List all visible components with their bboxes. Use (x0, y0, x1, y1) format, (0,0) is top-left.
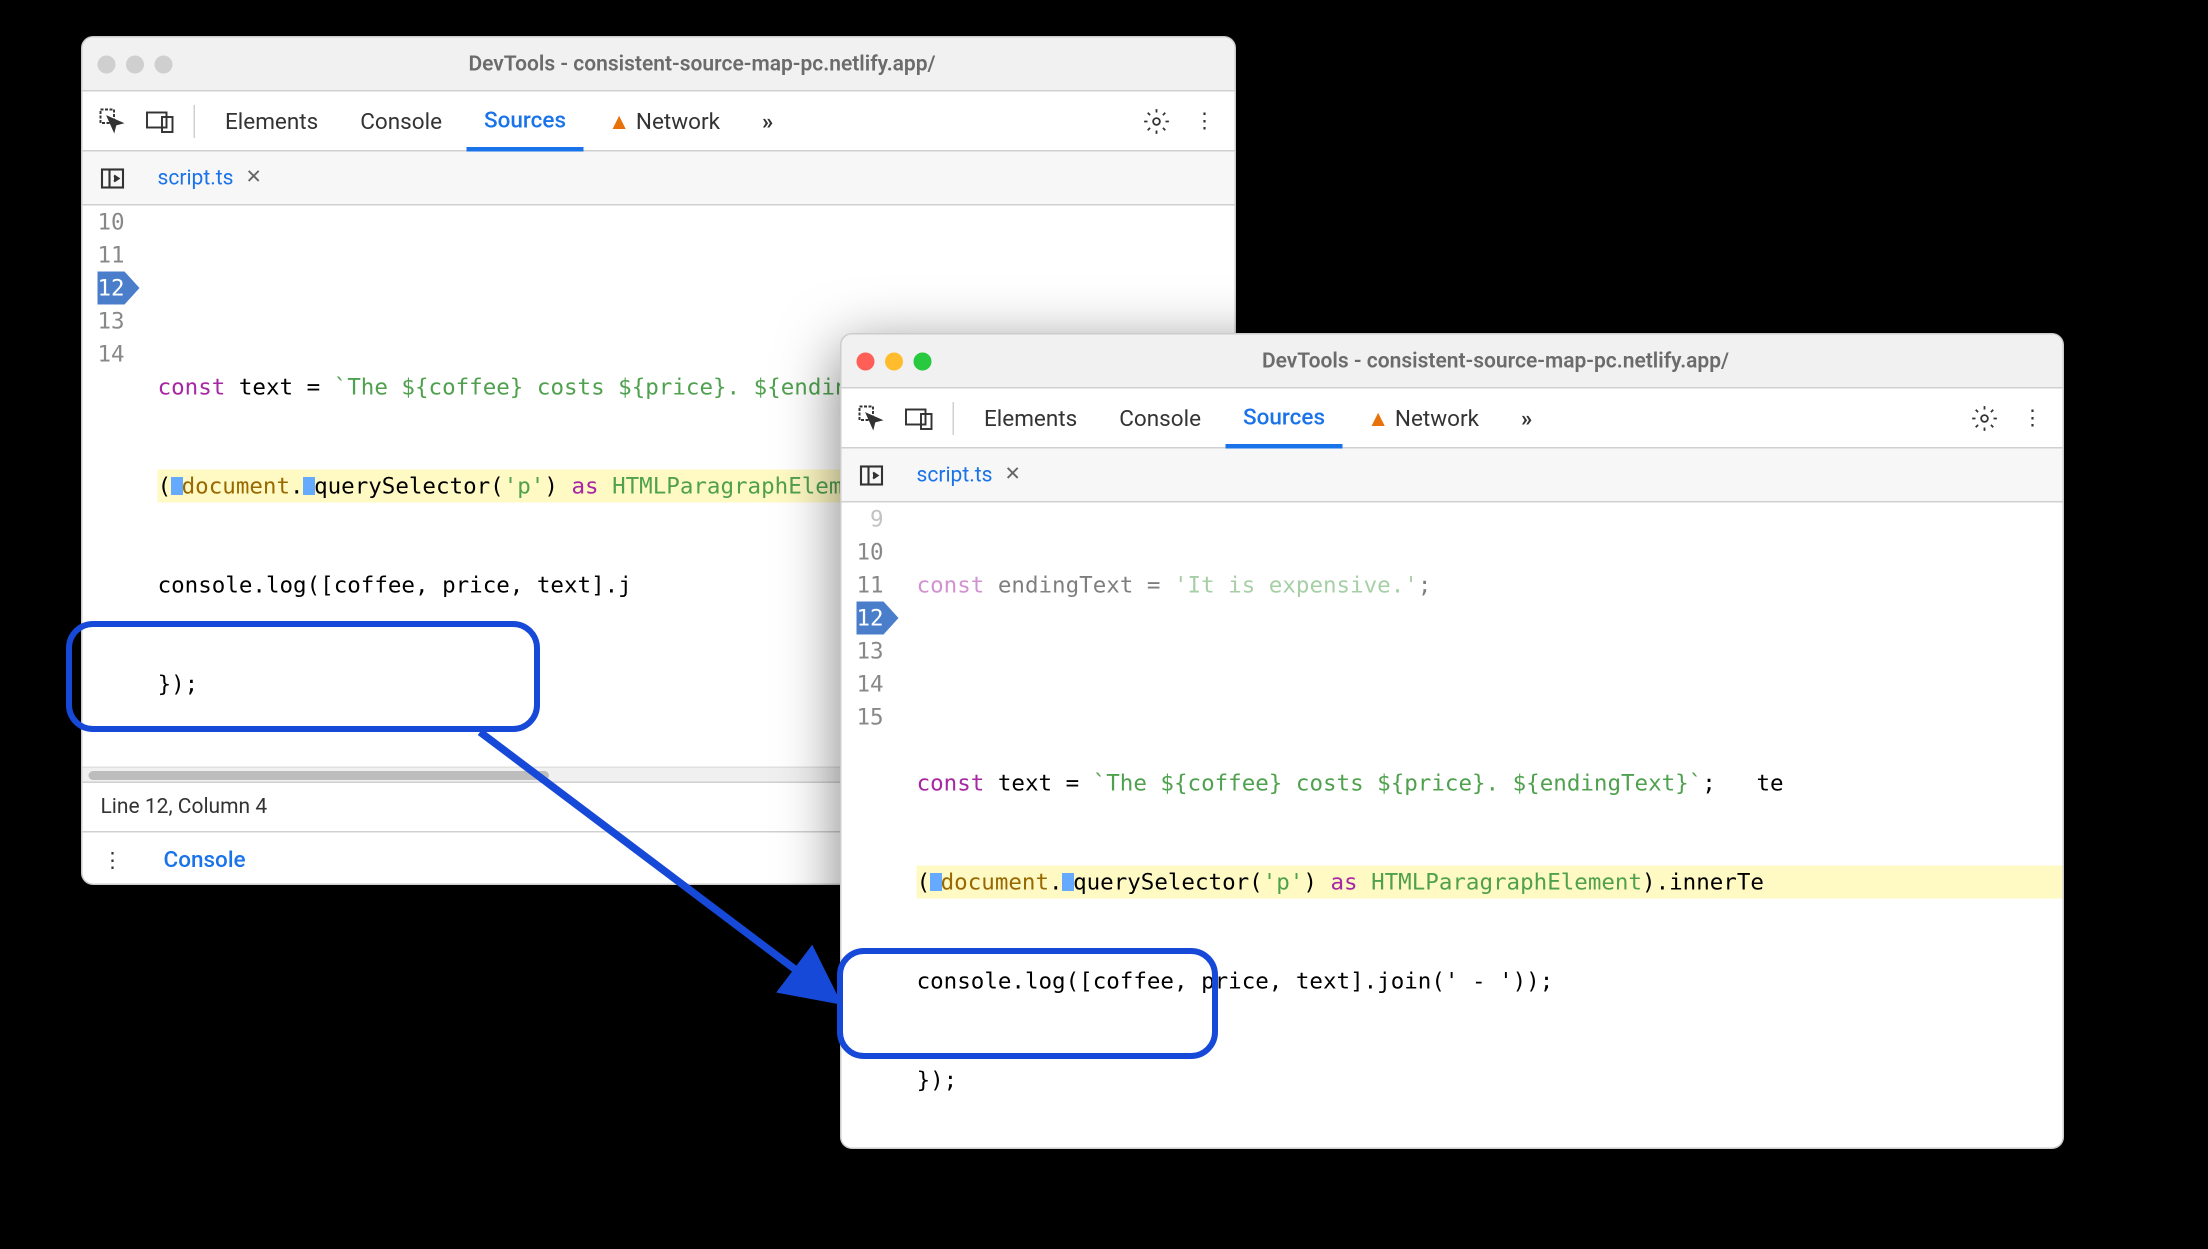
file-name: script.ts (917, 463, 993, 487)
titlebar[interactable]: DevTools - consistent-source-map-pc.netl… (83, 38, 1235, 92)
tab-sources[interactable]: Sources (466, 92, 584, 152)
line-gutter: 9 10 11 12 13 14 15 (842, 503, 896, 1150)
minimize-window-icon[interactable] (126, 55, 144, 73)
file-tabbar: script.ts ✕ (842, 449, 2063, 503)
file-tabbar: script.ts ✕ (83, 152, 1235, 206)
tab-elements[interactable]: Elements (207, 91, 336, 151)
devtools-window-after: DevTools - consistent-source-map-pc.netl… (840, 333, 2064, 1149)
device-toggle-icon[interactable] (140, 100, 182, 142)
tab-network-label: Network (636, 107, 720, 134)
gear-icon[interactable] (1136, 100, 1178, 142)
tab-sources[interactable]: Sources (1225, 389, 1343, 449)
close-window-icon[interactable] (98, 55, 116, 73)
tab-elements[interactable]: Elements (966, 388, 1095, 448)
navigator-toggle-icon[interactable] (851, 454, 893, 496)
gear-icon[interactable] (1964, 397, 2006, 439)
titlebar[interactable]: DevTools - consistent-source-map-pc.netl… (842, 335, 2063, 389)
kebab-icon[interactable]: ⋮ (1184, 100, 1226, 142)
kebab-icon[interactable]: ⋮ (92, 839, 134, 881)
kebab-icon[interactable]: ⋮ (2012, 397, 2054, 439)
maximize-window-icon[interactable] (155, 55, 173, 73)
warning-icon: ▲ (1367, 404, 1389, 431)
inspect-icon[interactable] (92, 100, 134, 142)
main-tabbar: Elements Console Sources ▲ Network » ⋮ (83, 92, 1235, 152)
minimize-window-icon[interactable] (885, 352, 903, 370)
main-tabbar: Elements Console Sources ▲ Network » ⋮ (842, 389, 2063, 449)
maximize-window-icon[interactable] (914, 352, 932, 370)
code-editor[interactable]: 9 10 11 12 13 14 15 const endingText = '… (842, 503, 2063, 1150)
scroll-thumb[interactable] (89, 771, 550, 780)
warning-icon: ▲ (608, 107, 630, 134)
file-name: script.ts (158, 166, 234, 190)
close-icon[interactable]: ✕ (245, 167, 261, 190)
navigator-toggle-icon[interactable] (92, 157, 134, 199)
tab-network-label: Network (1395, 404, 1479, 431)
close-icon[interactable]: ✕ (1004, 464, 1020, 487)
window-title: DevTools - consistent-source-map-pc.netl… (185, 52, 1220, 76)
tab-network[interactable]: ▲ Network (1349, 388, 1497, 448)
close-window-icon[interactable] (857, 352, 875, 370)
window-title: DevTools - consistent-source-map-pc.netl… (944, 349, 2048, 373)
more-tabs-icon[interactable]: » (1503, 388, 1550, 448)
device-toggle-icon[interactable] (899, 397, 941, 439)
traffic-lights (98, 55, 173, 73)
drawer-tab-console[interactable]: Console (146, 833, 264, 886)
tab-network[interactable]: ▲ Network (590, 91, 738, 151)
tab-console[interactable]: Console (1101, 388, 1219, 448)
traffic-lights (857, 352, 932, 370)
cursor-position: Line 12, Column 4 (101, 795, 268, 819)
line-gutter: 10 11 12 13 14 (83, 206, 137, 767)
more-tabs-icon[interactable]: » (744, 91, 791, 151)
separator (194, 104, 196, 137)
file-tab-script[interactable]: script.ts ✕ (908, 448, 1030, 502)
inspect-icon[interactable] (851, 397, 893, 439)
file-tab-script[interactable]: script.ts ✕ (149, 151, 271, 205)
code-lines: const endingText = 'It is expensive.'; c… (896, 503, 2063, 1150)
tab-console[interactable]: Console (342, 91, 460, 151)
